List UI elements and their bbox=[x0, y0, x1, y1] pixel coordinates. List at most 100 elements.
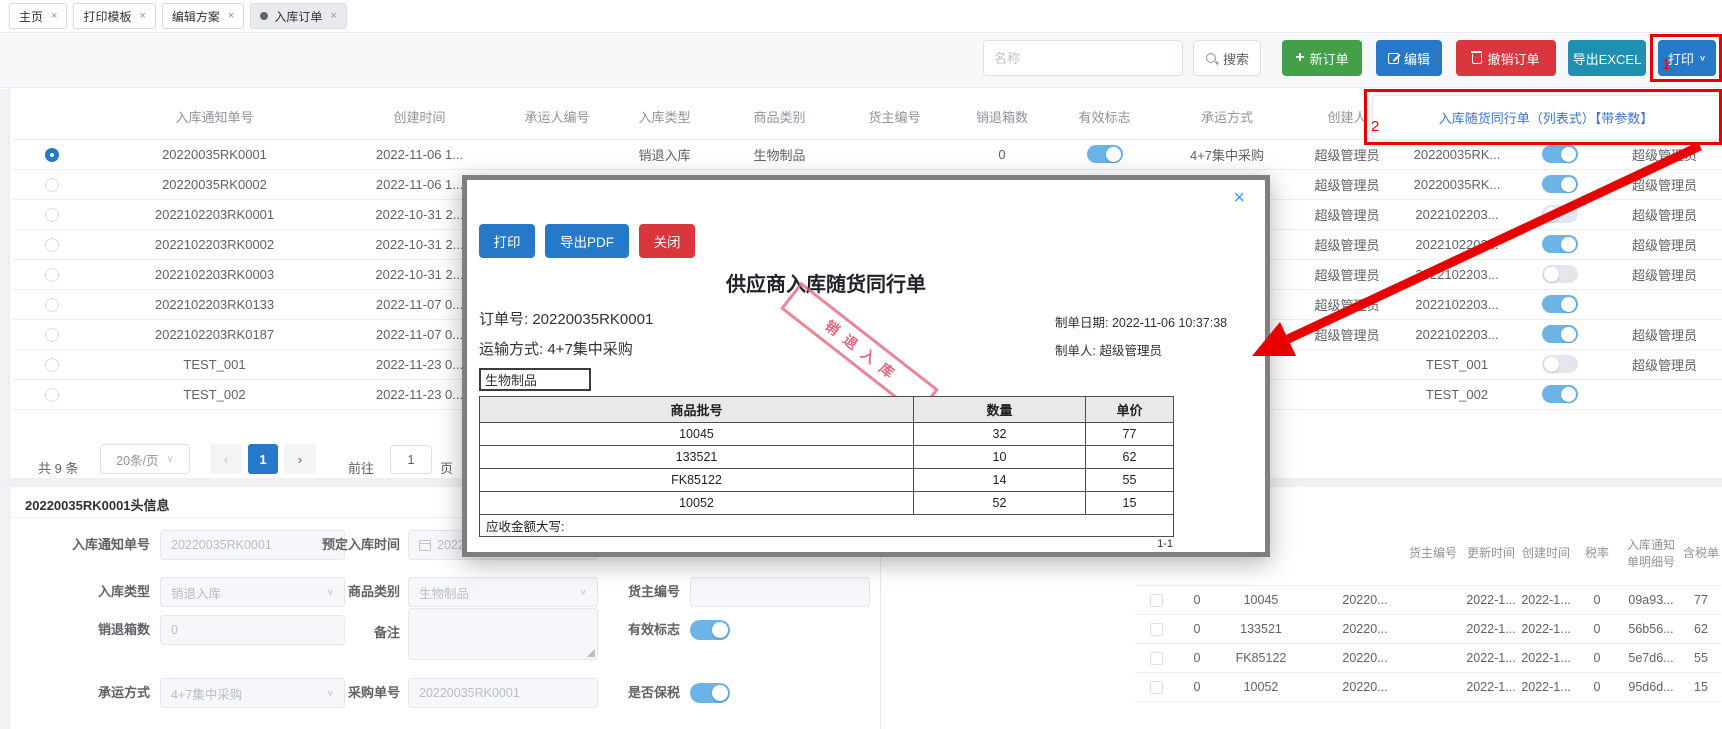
tab-close-icon[interactable]: × bbox=[330, 10, 336, 22]
row-checkbox[interactable] bbox=[1149, 651, 1163, 665]
detail-row[interactable]: 0 10052 20220... 2022-1... 2022-1... 0 95d6d..… bbox=[1135, 672, 1721, 702]
tab-active[interactable]: 入库订单 × bbox=[250, 3, 347, 29]
cell bbox=[1302, 349, 1392, 380]
cell: 10052 bbox=[1217, 672, 1305, 702]
row-radio-button[interactable] bbox=[45, 177, 59, 192]
new-order-button[interactable]: + 新订单 bbox=[1282, 40, 1362, 76]
row-toggle-off[interactable] bbox=[1541, 355, 1578, 373]
row-toggle-on[interactable] bbox=[1541, 145, 1578, 163]
tab-item[interactable]: 编辑方案 × bbox=[161, 3, 245, 29]
current-page-button[interactable]: 1 bbox=[248, 444, 278, 474]
cell: 0 bbox=[1573, 585, 1621, 615]
cell: 133521 bbox=[1217, 614, 1305, 644]
row-radio-button[interactable] bbox=[45, 267, 59, 282]
column-header bbox=[1327, 523, 1403, 586]
column-header bbox=[1305, 523, 1327, 586]
column-header: 销退箱数 bbox=[947, 95, 1057, 140]
cell: 15 bbox=[1085, 491, 1174, 515]
row-toggle-on[interactable] bbox=[1541, 235, 1578, 253]
cell: 超级管理员 bbox=[1302, 259, 1392, 290]
cell: 2022102203RK0003 bbox=[92, 259, 337, 290]
row-toggle-on[interactable] bbox=[1541, 295, 1578, 313]
modal-export-pdf-button[interactable]: 导出PDF bbox=[545, 224, 629, 258]
plus-icon: + bbox=[1295, 49, 1305, 66]
detail-row[interactable]: 0 133521 20220... 2022-1... 2022-1... 0 56b56.… bbox=[1135, 614, 1721, 644]
order-row[interactable]: 20220035RK0001 2022-11-06 1... 销退入库 生物制品 0 4+… bbox=[12, 139, 1722, 170]
detail-row[interactable]: 0 10045 20220... 2022-1... 2022-1... 0 09a93..… bbox=[1135, 585, 1721, 615]
row-radio-button[interactable] bbox=[45, 207, 59, 222]
row-radio-button[interactable] bbox=[45, 327, 59, 342]
cell bbox=[1135, 672, 1177, 702]
next-page-button[interactable]: › bbox=[284, 444, 316, 474]
cell: 14 bbox=[913, 468, 1086, 492]
row-toggle-off[interactable] bbox=[1541, 265, 1578, 283]
cell: 2022-11-06 1... bbox=[337, 139, 502, 170]
row-radio-button[interactable] bbox=[45, 237, 59, 252]
detail-row[interactable]: 0 FK85122 20220... 2022-1... 2022-1... 0 5e7d6… bbox=[1135, 643, 1721, 673]
row-radio-button[interactable] bbox=[45, 147, 59, 162]
column-header: 承运人编号 bbox=[502, 95, 612, 140]
print-button[interactable]: 打印 ∨ bbox=[1658, 40, 1716, 76]
notice-no-label: 入库通知单号 bbox=[71, 537, 150, 552]
cell bbox=[842, 139, 947, 170]
search-button[interactable]: 搜索 bbox=[1193, 40, 1261, 76]
row-toggle-off[interactable] bbox=[1541, 205, 1578, 223]
print-menu-item[interactable]: 入库随货同行单（列表式）【带参数】 bbox=[1439, 108, 1654, 127]
row-radio-button[interactable] bbox=[45, 387, 59, 402]
modal-print-button[interactable]: 打印 bbox=[479, 224, 535, 258]
collapsed-sidebar-strip[interactable] bbox=[0, 89, 10, 729]
doc-row[interactable]: 133521 10 62 bbox=[479, 445, 1174, 469]
row-toggle-on[interactable] bbox=[1086, 145, 1123, 163]
column-header: 商品批号 bbox=[479, 396, 914, 423]
cell bbox=[1522, 229, 1597, 260]
toggle-knob bbox=[1543, 206, 1559, 222]
tab-item[interactable]: 主页 × bbox=[9, 3, 68, 29]
tab-close-icon[interactable]: × bbox=[51, 10, 57, 22]
cell bbox=[1597, 289, 1722, 320]
row-checkbox[interactable] bbox=[1149, 680, 1163, 694]
row-radio-button[interactable] bbox=[45, 357, 59, 372]
pagination-total: 共 9 条 bbox=[38, 460, 79, 476]
tab-bar: 主页 × 打印模板 × 编辑方案 × 入库订单 × bbox=[0, 0, 1722, 33]
cell: 5e7d6... bbox=[1621, 643, 1681, 673]
prev-page-button[interactable]: ‹ bbox=[210, 444, 242, 474]
search-input[interactable] bbox=[983, 40, 1183, 76]
print-dropdown-menu: 入库随货同行单（列表式）【带参数】 bbox=[1372, 95, 1720, 140]
cell: 2022102203... bbox=[1392, 199, 1522, 230]
cell: FK85122 bbox=[479, 468, 914, 492]
export-excel-button[interactable]: 导出EXCEL bbox=[1568, 40, 1646, 76]
row-checkbox[interactable] bbox=[1149, 622, 1163, 636]
doc-row[interactable]: 10052 52 15 bbox=[479, 491, 1174, 515]
row-radio-button[interactable] bbox=[45, 297, 59, 312]
row-toggle-on[interactable] bbox=[1541, 325, 1578, 343]
doc-table: 商品批号 数量 单价 10045 32 77 133521 10 62 FK85122 14 55 10… bbox=[479, 396, 1174, 537]
cell: 2022-1... bbox=[1519, 672, 1573, 702]
edit-button[interactable]: 编辑 bbox=[1376, 40, 1442, 76]
doc-row[interactable]: 10045 32 77 bbox=[479, 422, 1174, 446]
cell bbox=[1522, 139, 1597, 170]
page-size-select[interactable]: 20条/页 ∨ bbox=[100, 444, 190, 474]
resize-handle-icon[interactable] bbox=[586, 648, 595, 657]
tab-item[interactable]: 打印模板 × bbox=[73, 3, 156, 29]
cell: 超级管理员 bbox=[1597, 139, 1722, 170]
row-toggle-on[interactable] bbox=[1541, 175, 1578, 193]
cancel-order-button[interactable]: 撤销订单 bbox=[1456, 40, 1556, 76]
valid-flag-toggle[interactable] bbox=[690, 620, 730, 640]
modal-close-button[interactable]: 关闭 bbox=[639, 224, 695, 258]
doc-footer-row: 应收金额大写: bbox=[479, 514, 1174, 537]
bonded-toggle[interactable] bbox=[690, 683, 730, 703]
row-checkbox[interactable] bbox=[1149, 593, 1163, 607]
doc-row[interactable]: FK85122 14 55 bbox=[479, 468, 1174, 492]
cell bbox=[12, 349, 92, 380]
cell: 4+7集中采购 bbox=[1152, 139, 1302, 170]
goto-page-input[interactable] bbox=[390, 445, 432, 474]
row-toggle-on[interactable] bbox=[1541, 385, 1578, 403]
toggle-knob bbox=[1560, 326, 1576, 342]
close-icon[interactable]: × bbox=[1233, 188, 1245, 208]
cell bbox=[1135, 614, 1177, 644]
cell: 0 bbox=[1177, 643, 1217, 673]
tab-close-icon[interactable]: × bbox=[228, 10, 234, 22]
cell: 0 bbox=[1177, 672, 1217, 702]
tab-close-icon[interactable]: × bbox=[139, 10, 145, 22]
cell: 133521 bbox=[479, 445, 914, 469]
